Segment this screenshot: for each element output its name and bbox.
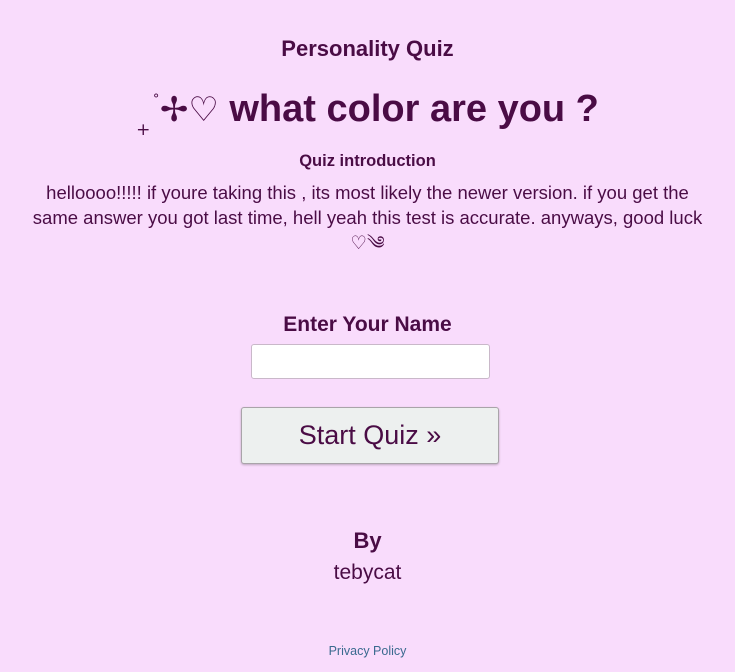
by-label: By [353,528,382,553]
name-label: Enter Your Name [283,313,452,336]
quiz-title: +˚✢♡ what color are you ? [136,84,599,140]
privacy-policy-container: Privacy Policy [0,642,735,660]
name-input[interactable] [251,344,490,379]
quiz-title-row: +˚✢♡ what color are you ? [0,84,735,140]
quiz-category: Personality Quiz [281,36,454,61]
title-decoration-plus: + [136,120,151,140]
author-name: tebycat [333,561,402,584]
start-quiz-button[interactable]: Start Quiz » [241,407,499,464]
quiz-intro-heading: Quiz introduction [299,152,436,170]
quiz-intro-text: helloooo!!!!! if youre taking this , its… [32,182,703,253]
quiz-title-text: what color are you ? [229,88,599,130]
quiz-start-page: Personality Quiz +˚✢♡ what color are you… [0,0,735,672]
privacy-policy-link[interactable]: Privacy Policy [329,644,407,658]
title-decoration: +˚✢♡ [136,86,219,140]
title-decoration-heart: ✢♡ [159,90,219,130]
title-decoration-ring: ˚ [152,93,160,111]
